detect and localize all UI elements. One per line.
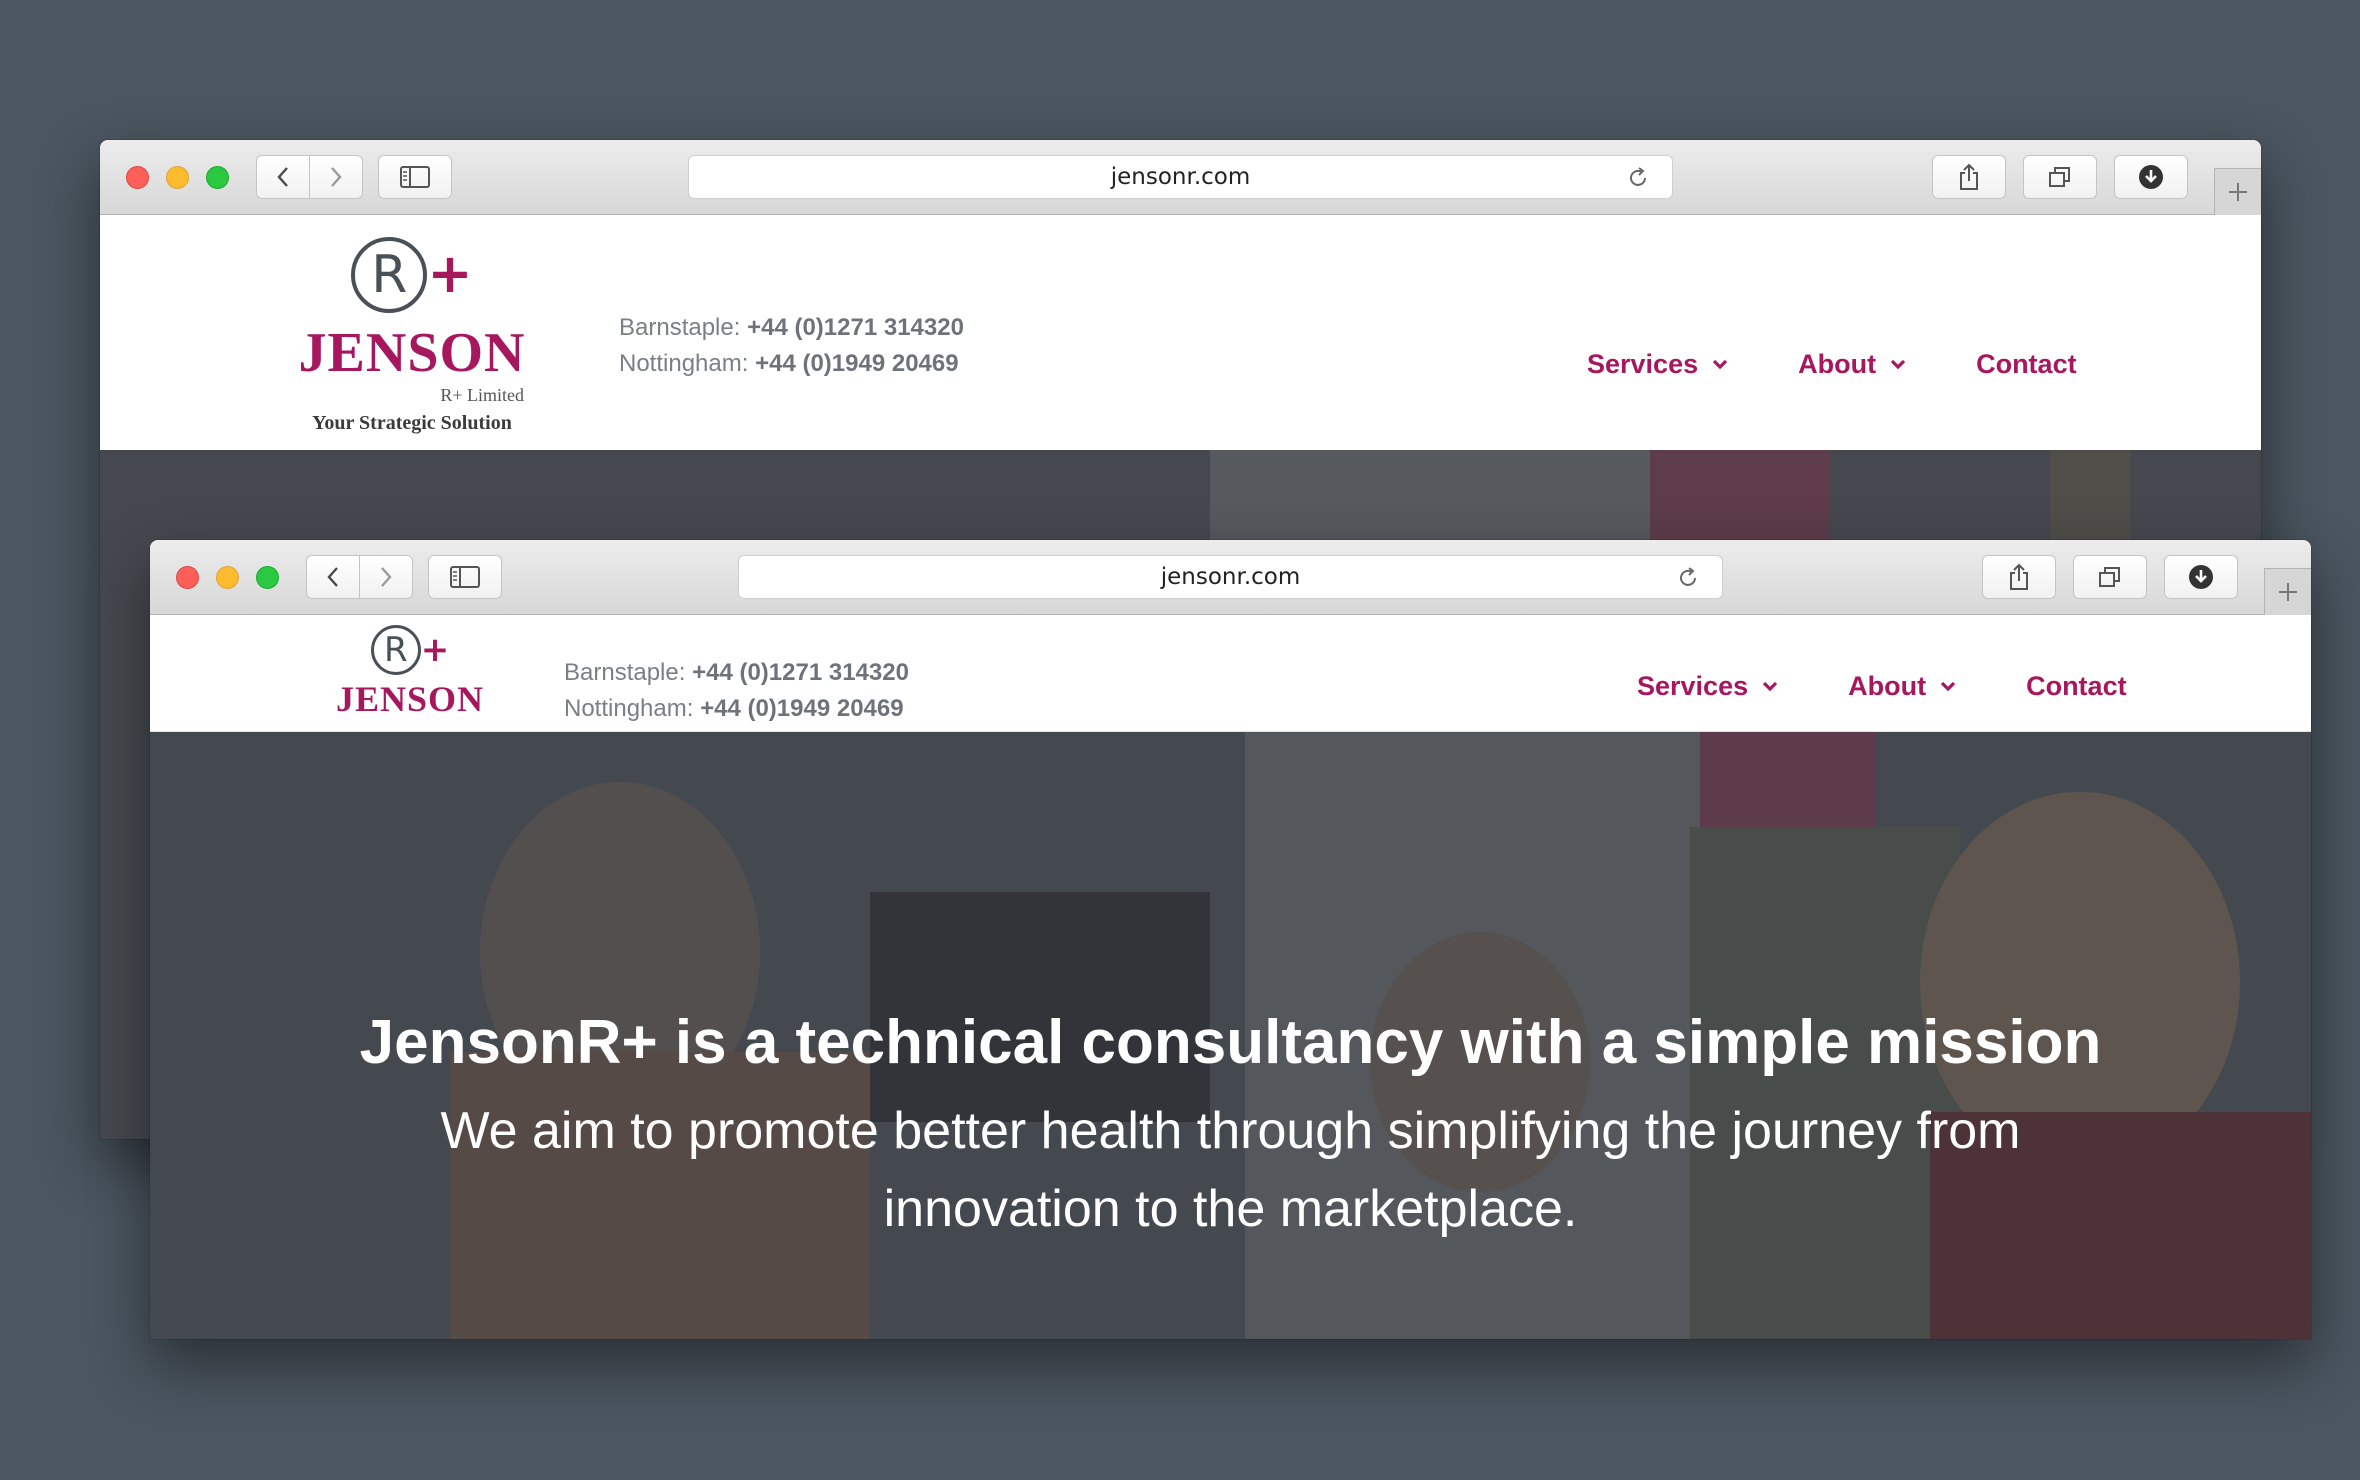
chevron-left-icon	[327, 567, 338, 587]
forward-button[interactable]	[359, 555, 413, 599]
back-button[interactable]	[256, 155, 310, 199]
share-icon	[1960, 163, 1978, 190]
chevron-left-icon	[277, 167, 288, 187]
hero-subtitle: We aim to promote better health through …	[440, 1102, 2021, 1238]
tabs-icon	[2099, 567, 2120, 587]
contact-nottingham: Nottingham: +44 (0)1949 20469	[564, 691, 909, 727]
close-window-button[interactable]	[176, 566, 199, 589]
url-text: jensonr.com	[1110, 164, 1251, 190]
address-bar[interactable]: jensonr.com	[688, 155, 1673, 199]
logo-tagline: Your Strategic Solution	[312, 412, 512, 434]
share-icon	[2010, 563, 2028, 590]
browser-toolbar: jensonr.com	[150, 540, 2311, 615]
url-text: jensonr.com	[1160, 564, 1301, 590]
logo-wordmark: JENSON	[298, 322, 526, 384]
downloads-button[interactable]	[2114, 155, 2188, 199]
phone-link[interactable]: +44 (0)1949 20469	[700, 695, 904, 722]
logo-plus: +	[420, 630, 450, 670]
hero-title: JensonR+ is a technical consultancy with…	[359, 1008, 2102, 1077]
reload-icon[interactable]	[1676, 566, 1700, 590]
jenson-logo[interactable]: R + JENSON	[336, 625, 483, 717]
show-tabs-button[interactable]	[2073, 555, 2147, 599]
chevron-down-icon	[1762, 681, 1778, 691]
sidebar-button[interactable]	[378, 155, 452, 199]
chevron-down-icon	[1940, 681, 1956, 691]
sidebar-icon	[450, 566, 480, 588]
browser-window-front: jensonr.com R + JENSON Barnstaple: +44 (0…	[150, 540, 2311, 1339]
chevron-down-icon	[1712, 359, 1728, 369]
sidebar-icon	[400, 166, 430, 188]
chevron-right-icon	[381, 567, 392, 587]
downloads-button[interactable]	[2164, 555, 2238, 599]
phone-link[interactable]: +44 (0)1271 314320	[692, 659, 909, 686]
share-button[interactable]	[1932, 155, 2006, 199]
nav-about[interactable]: About	[1848, 671, 1956, 702]
plus-icon	[2279, 583, 2297, 601]
back-button[interactable]	[306, 555, 360, 599]
show-tabs-button[interactable]	[2023, 155, 2097, 199]
contact-nottingham: Nottingham: +44 (0)1949 20469	[619, 346, 964, 382]
contact-label: Barnstaple:	[619, 314, 741, 341]
contact-label: Barnstaple:	[564, 659, 686, 686]
chevron-down-icon	[1890, 359, 1906, 369]
plus-icon	[2229, 183, 2247, 201]
download-icon	[2189, 565, 2213, 589]
logo-plus: +	[427, 242, 473, 305]
phone-link[interactable]: +44 (0)1271 314320	[747, 314, 964, 341]
site-header-sticky: R + JENSON Barnstaple: +44 (0)1271 314320…	[150, 615, 2311, 732]
nav-services[interactable]: Services	[1587, 349, 1728, 380]
r-plus-logo-mark: R +	[370, 625, 450, 677]
nav-contact[interactable]: Contact	[1976, 349, 2077, 380]
phone-link[interactable]: +44 (0)1949 20469	[755, 350, 959, 377]
new-tab-button[interactable]	[2214, 168, 2261, 215]
tabs-icon	[2049, 167, 2070, 187]
new-tab-button[interactable]	[2264, 568, 2311, 615]
logo-wordmark: JENSON	[335, 679, 485, 719]
nav-label: Services	[1587, 349, 1699, 379]
r-plus-logo-mark: R +	[351, 237, 473, 317]
minimize-window-button[interactable]	[166, 166, 189, 189]
nav-contact[interactable]: Contact	[2026, 671, 2127, 702]
nav-services[interactable]: Services	[1637, 671, 1778, 702]
sidebar-button[interactable]	[428, 555, 502, 599]
download-icon	[2139, 165, 2163, 189]
hero-text: JensonR+ is a technical consultancy with…	[150, 1007, 2311, 1248]
contact-barnstaple: Barnstaple: +44 (0)1271 314320	[564, 655, 909, 691]
site-header: R + JENSON R+ Limited Your Strategic Solu…	[100, 215, 2261, 450]
minimize-window-button[interactable]	[216, 566, 239, 589]
nav-label: Services	[1637, 671, 1749, 701]
chevron-right-icon	[331, 167, 342, 187]
nav-label: About	[1798, 349, 1877, 379]
contact-numbers: Barnstaple: +44 (0)1271 314320 Nottingha…	[564, 655, 909, 727]
logo-subtitle: R+ Limited	[440, 385, 524, 405]
logo-letter: R	[370, 625, 421, 675]
logo-letter: R	[351, 237, 428, 313]
main-nav: Services About Contact	[1637, 671, 2127, 702]
zoom-window-button[interactable]	[206, 166, 229, 189]
main-nav: Services About Contact	[1587, 349, 2077, 380]
contact-label: Nottingham:	[619, 350, 749, 377]
browser-toolbar: jensonr.com	[100, 140, 2261, 215]
forward-button[interactable]	[309, 155, 363, 199]
contact-label: Nottingham:	[564, 695, 694, 722]
nav-label: Contact	[2026, 671, 2127, 701]
address-bar[interactable]: jensonr.com	[738, 555, 1723, 599]
reload-icon[interactable]	[1626, 166, 1650, 190]
contact-barnstaple: Barnstaple: +44 (0)1271 314320	[619, 310, 964, 346]
contact-numbers: Barnstaple: +44 (0)1271 314320 Nottingha…	[619, 310, 964, 382]
close-window-button[interactable]	[126, 166, 149, 189]
hero-section: JensonR+ is a technical consultancy with…	[150, 732, 2311, 1339]
nav-label: Contact	[1976, 349, 2077, 379]
jenson-logo[interactable]: R + JENSON R+ Limited Your Strategic Solu…	[298, 237, 526, 435]
share-button[interactable]	[1982, 555, 2056, 599]
zoom-window-button[interactable]	[256, 566, 279, 589]
nav-label: About	[1848, 671, 1927, 701]
nav-about[interactable]: About	[1798, 349, 1906, 380]
